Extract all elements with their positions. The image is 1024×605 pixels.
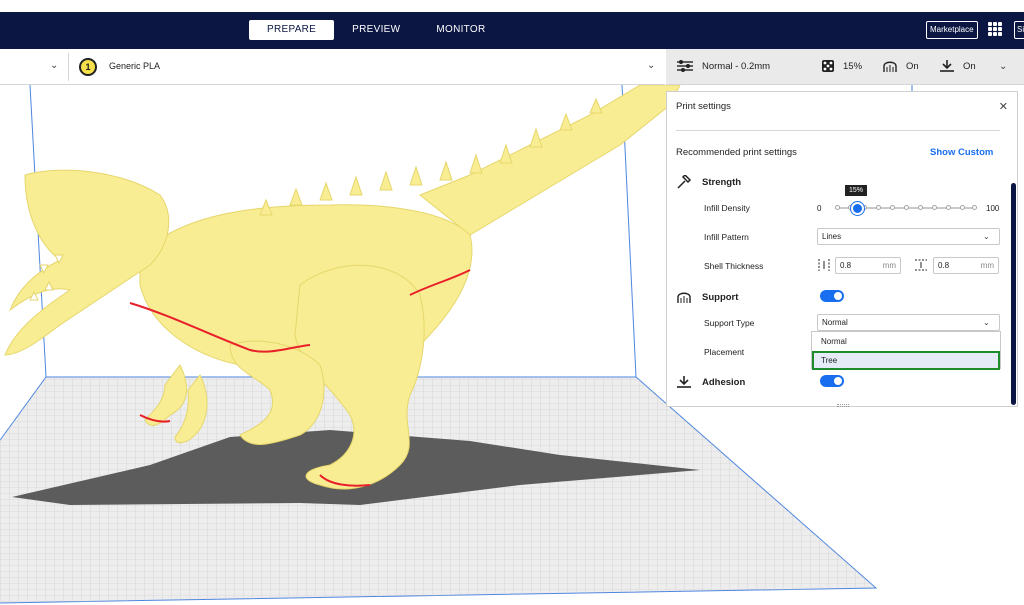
sliders-icon bbox=[677, 60, 693, 72]
hammer-icon bbox=[677, 175, 692, 189]
profile-summary[interactable]: Normal - 0.2mm bbox=[676, 59, 770, 73]
support-type-label: Support Type bbox=[704, 318, 755, 328]
adhesion-summary[interactable]: On bbox=[939, 59, 976, 73]
adhesion-label: On bbox=[963, 60, 976, 72]
print-setup-bar[interactable]: Normal - 0.2mm 15% On On ⌄ bbox=[666, 49, 1024, 85]
strength-section: Strength bbox=[676, 175, 741, 189]
tab-prepare[interactable]: PREPARE bbox=[249, 20, 335, 40]
material-name[interactable]: Generic PLA bbox=[109, 61, 160, 71]
support-icon bbox=[677, 292, 691, 303]
marketplace-button[interactable]: Marketplace bbox=[926, 21, 978, 39]
support-toggle[interactable] bbox=[820, 290, 844, 302]
top-bottom-thickness-value: 0.8 bbox=[938, 261, 950, 270]
slider-tick bbox=[835, 205, 840, 210]
panel-resize-handle[interactable] bbox=[837, 404, 849, 407]
placement-label: Placement bbox=[704, 347, 745, 357]
infill-min-label: 0 bbox=[817, 204, 822, 213]
chevron-down-icon: ⌄ bbox=[983, 232, 990, 241]
dropdown-option-tree[interactable]: Tree bbox=[812, 351, 1000, 370]
adhesion-toggle[interactable] bbox=[820, 375, 844, 387]
slider-tick bbox=[972, 205, 977, 210]
show-custom-button[interactable]: Show Custom bbox=[930, 147, 993, 158]
infill-slider-handle[interactable] bbox=[851, 202, 864, 215]
tab-preview[interactable]: PREVIEW bbox=[334, 20, 418, 40]
support-section: Support bbox=[676, 290, 738, 304]
wall-thickness-icon bbox=[818, 259, 830, 271]
infill-density-label: Infill Density bbox=[704, 203, 750, 213]
wall-thickness-value: 0.8 bbox=[840, 261, 852, 270]
chevron-down-icon[interactable]: ⌄ bbox=[999, 62, 1009, 72]
panel-scrollbar[interactable] bbox=[1011, 183, 1016, 405]
divider bbox=[68, 53, 69, 81]
support-summary[interactable]: On bbox=[882, 59, 919, 73]
material-bar: ⌄ 1 Generic PLA ⌄ bbox=[0, 49, 665, 85]
chevron-down-icon[interactable]: ⌄ bbox=[647, 61, 657, 71]
slider-tick bbox=[876, 205, 881, 210]
top-bottom-thickness-icon bbox=[915, 259, 927, 271]
slider-tick bbox=[904, 205, 909, 210]
support-type-value: Normal bbox=[822, 318, 848, 327]
support-type-select[interactable]: Normal ⌄ bbox=[817, 314, 1000, 331]
dropdown-option-normal[interactable]: Normal bbox=[812, 332, 1000, 351]
support-title: Support bbox=[702, 291, 739, 303]
profile-label: Normal - 0.2mm bbox=[702, 60, 771, 72]
top-bottom-thickness-input[interactable]: 0.8 mm bbox=[933, 257, 999, 274]
infill-slider-tooltip: 15% bbox=[845, 185, 868, 196]
infill-label: 15% bbox=[843, 60, 863, 72]
slider-tick bbox=[918, 205, 923, 210]
adhesion-title: Adhesion bbox=[702, 376, 746, 388]
chevron-down-icon: ⌄ bbox=[983, 318, 990, 327]
adhesion-section: Adhesion bbox=[676, 375, 745, 389]
close-icon[interactable]: ✕ bbox=[999, 100, 1008, 113]
support-type-dropdown: Normal Tree bbox=[811, 331, 1001, 370]
shell-thickness-label: Shell Thickness bbox=[704, 261, 764, 271]
extruder-badge[interactable]: 1 bbox=[79, 58, 97, 76]
wall-thickness-input[interactable]: 0.8 mm bbox=[835, 257, 901, 274]
infill-summary[interactable]: 15% bbox=[821, 59, 862, 73]
recommended-title: Recommended print settings bbox=[676, 147, 797, 158]
slider-tick bbox=[960, 205, 965, 210]
header-bar: PREPARE PREVIEW MONITOR Marketplace Si bbox=[0, 12, 1024, 49]
window-top-strip bbox=[0, 0, 1024, 12]
stage-tabs: PREPARE PREVIEW MONITOR bbox=[249, 20, 504, 40]
tab-monitor[interactable]: MONITOR bbox=[418, 20, 503, 40]
panel-title: Print settings bbox=[676, 101, 731, 112]
infill-pattern-label: Infill Pattern bbox=[704, 232, 749, 242]
unit-label: mm bbox=[882, 261, 896, 270]
unit-label: mm bbox=[980, 261, 994, 270]
sign-in-button[interactable]: Si bbox=[1014, 21, 1024, 39]
support-label: On bbox=[906, 60, 919, 72]
support-icon bbox=[883, 61, 897, 72]
apps-grid-icon[interactable] bbox=[988, 22, 1002, 36]
infill-max-label: 100 bbox=[986, 204, 1000, 213]
strength-title: Strength bbox=[702, 176, 742, 188]
divider bbox=[676, 130, 1000, 131]
chevron-down-icon[interactable]: ⌄ bbox=[50, 61, 60, 71]
slider-tick bbox=[890, 205, 895, 210]
infill-pattern-select[interactable]: Lines ⌄ bbox=[817, 228, 1000, 245]
slider-tick bbox=[946, 205, 951, 210]
adhesion-icon bbox=[940, 60, 954, 72]
print-settings-panel: Print settings ✕ Recommended print setti… bbox=[666, 91, 1018, 407]
infill-pattern-value: Lines bbox=[822, 232, 842, 241]
adhesion-icon bbox=[677, 376, 691, 388]
slider-tick bbox=[932, 205, 937, 210]
infill-icon bbox=[822, 60, 834, 72]
